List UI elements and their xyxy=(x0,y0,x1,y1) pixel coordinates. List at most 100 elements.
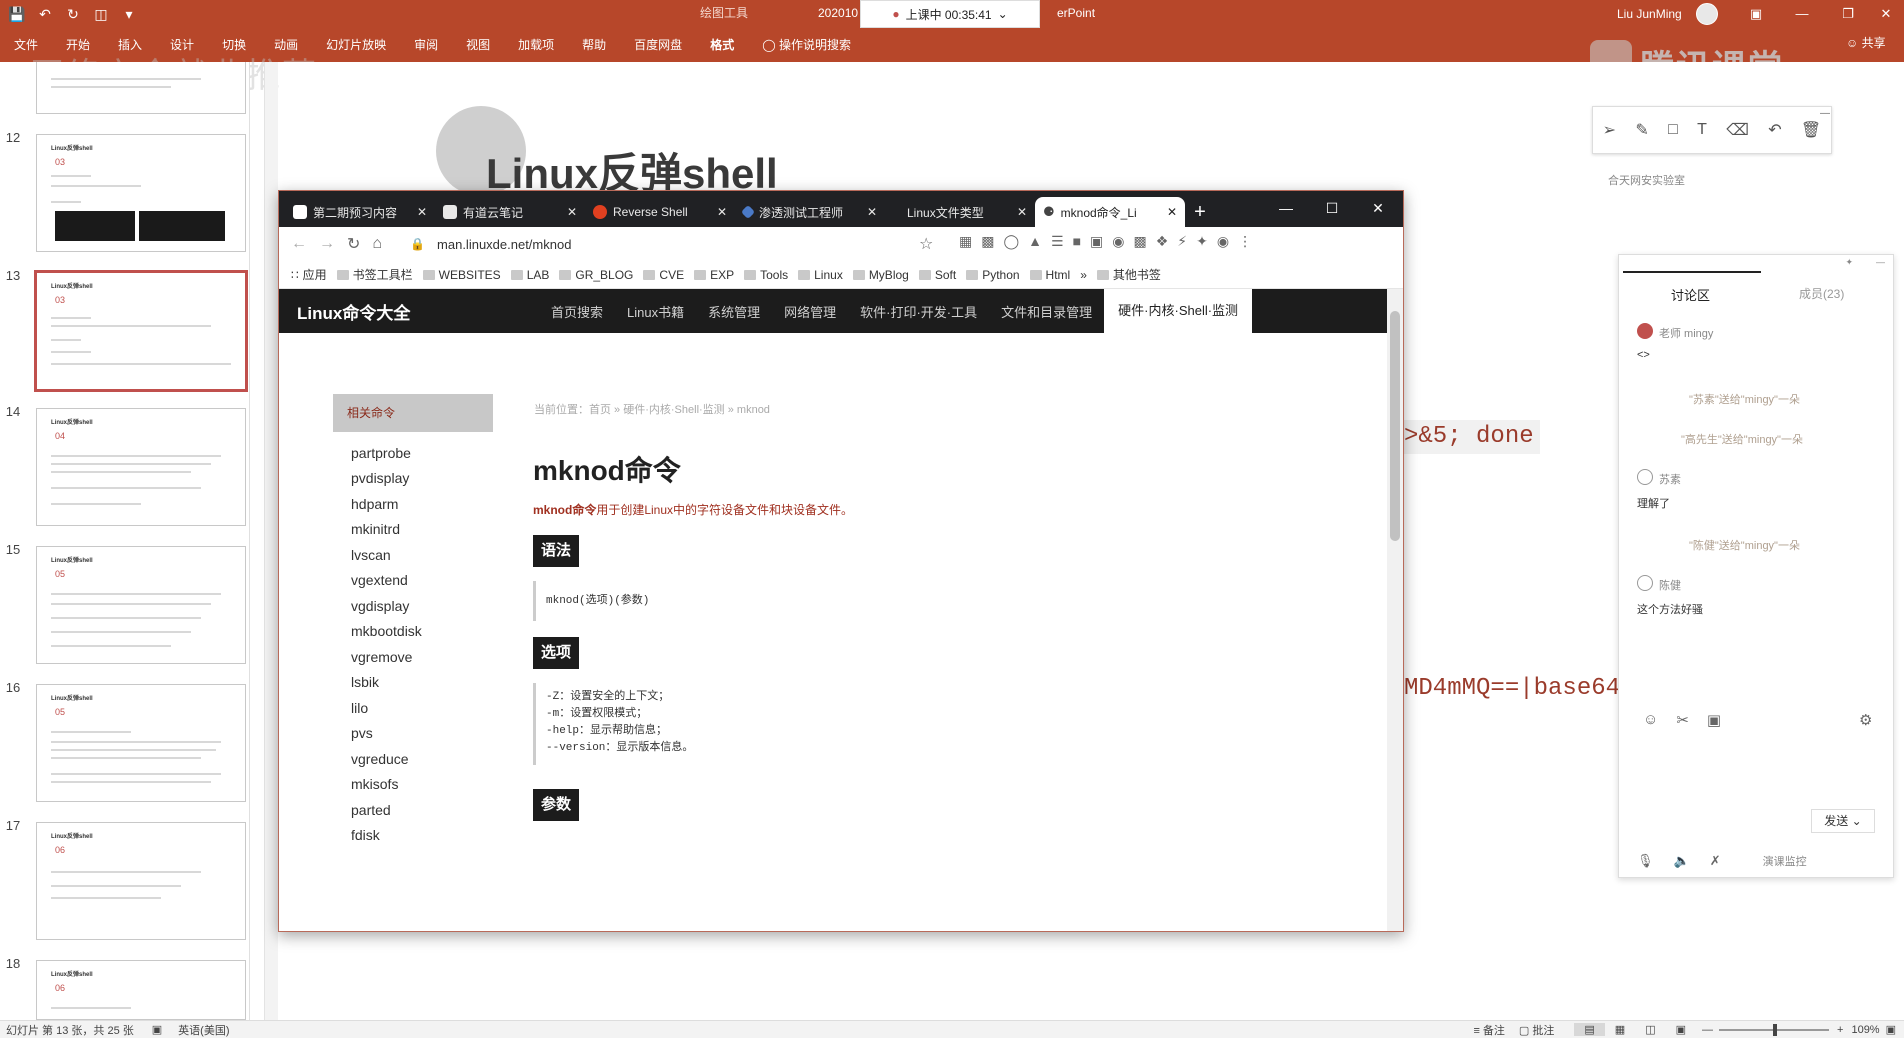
microphone-icon[interactable]: 🎙 xyxy=(1637,853,1654,869)
extension-icon[interactable]: ▩ xyxy=(1133,233,1146,250)
bookmark-folder[interactable]: Linux xyxy=(798,268,843,282)
tab-discussion[interactable]: 讨论区 xyxy=(1671,285,1710,304)
nav-item[interactable]: Linux书籍 xyxy=(615,302,696,321)
command-link[interactable]: partprobe xyxy=(351,445,411,461)
emoji-icon[interactable]: ☺ xyxy=(1643,711,1658,729)
reading-view-icon[interactable]: ◫ xyxy=(1635,1023,1665,1036)
tab-help[interactable]: 帮助 xyxy=(568,36,620,53)
text-icon[interactable]: T xyxy=(1697,121,1707,139)
tab-format[interactable]: 格式 xyxy=(696,36,748,53)
close-icon[interactable]: — xyxy=(1876,257,1885,267)
browser-tab[interactable]: Linux文件类型 ✕ xyxy=(885,197,1035,227)
tab-review[interactable]: 审阅 xyxy=(400,36,452,53)
tab-close-icon[interactable]: ✕ xyxy=(417,205,427,219)
command-link[interactable]: pvs xyxy=(351,725,373,741)
nav-item[interactable]: 网络管理 xyxy=(772,302,848,321)
extension-icon[interactable]: ◉ xyxy=(1112,233,1124,250)
command-link[interactable]: vgreduce xyxy=(351,751,409,767)
minimize-icon[interactable]: — xyxy=(1780,0,1824,28)
thumbnail-scrollbar[interactable] xyxy=(264,62,278,1020)
command-link[interactable]: mkinitrd xyxy=(351,521,400,537)
browser-tab-active[interactable]: ⚈ mknod命令_Li ✕ xyxy=(1035,197,1185,227)
start-slideshow-icon[interactable]: ◫ xyxy=(90,3,112,25)
nav-item[interactable]: 首页搜索 xyxy=(539,302,615,321)
bookmark-folder[interactable]: Soft xyxy=(918,268,956,282)
puzzle-icon[interactable]: ✦ xyxy=(1196,233,1208,250)
reload-icon[interactable]: ↻ xyxy=(347,234,360,254)
tab-slideshow[interactable]: 幻灯片放映 xyxy=(312,36,400,53)
profile-icon[interactable]: ◉ xyxy=(1217,233,1229,250)
bookmark-apps[interactable]: ∷ 应用 xyxy=(291,266,327,283)
slide-thumbnail-selected[interactable]: Linux反弹shell 03 xyxy=(34,270,248,392)
nav-item[interactable]: 文件和目录管理 xyxy=(989,302,1104,321)
command-link[interactable]: parted xyxy=(351,802,391,818)
browser-tab[interactable]: 第二期预习内容 ✕ xyxy=(285,197,435,227)
forward-icon[interactable]: → xyxy=(319,235,335,253)
tab-close-icon[interactable]: ✕ xyxy=(1167,205,1177,219)
fit-slide-icon[interactable]: ▣ xyxy=(1886,1023,1904,1036)
page-scrollbar-thumb[interactable] xyxy=(1390,311,1400,541)
bookmark-other[interactable]: 其他书签 xyxy=(1096,266,1161,283)
tab-baidu-netdisk[interactable]: 百度网盘 xyxy=(620,36,696,53)
tell-me-search[interactable]: ◯ 操作说明搜索 xyxy=(748,36,865,53)
ribbon-display-options-icon[interactable]: ▣ xyxy=(1734,0,1778,28)
spellcheck-icon[interactable]: ▣ xyxy=(134,1023,162,1036)
mute-icon[interactable]: ✗ xyxy=(1710,853,1721,869)
command-link[interactable]: fdisk xyxy=(351,827,380,843)
share-button[interactable]: ☺ 共享 xyxy=(1846,34,1886,51)
extension-icon[interactable]: ❖ xyxy=(1156,233,1169,250)
tab-addins[interactable]: 加载项 xyxy=(504,36,568,53)
zoom-slider[interactable] xyxy=(1719,1023,1830,1036)
eraser-icon[interactable]: ⌫ xyxy=(1726,120,1749,140)
command-link[interactable]: lvscan xyxy=(351,547,391,563)
command-link[interactable]: lsbik xyxy=(351,674,379,690)
rectangle-icon[interactable]: □ xyxy=(1668,121,1678,139)
bookmark-folder[interactable]: WEBSITES xyxy=(422,268,501,282)
avatar[interactable] xyxy=(1696,3,1718,25)
monitor-label[interactable]: 演课监控 xyxy=(1763,853,1807,869)
bookmark-folder[interactable]: Python xyxy=(966,268,1020,282)
zoom-in-icon[interactable]: + xyxy=(1829,1024,1851,1036)
command-link[interactable]: vgdisplay xyxy=(351,598,409,614)
command-link[interactable]: pvdisplay xyxy=(351,470,409,486)
extension-icon[interactable]: ◯ xyxy=(1003,233,1019,250)
command-link[interactable]: mkisofs xyxy=(351,776,398,792)
minimize-icon[interactable]: — xyxy=(1263,191,1309,225)
comments-button[interactable]: ▢ 批注 xyxy=(1519,1022,1574,1038)
language-indicator[interactable]: 英语(美国) xyxy=(162,1022,229,1038)
trash-icon[interactable]: 🗑 xyxy=(1801,120,1821,140)
bookmark-folder[interactable]: LAB xyxy=(510,268,549,282)
slide-sorter-icon[interactable]: ▦ xyxy=(1605,1023,1635,1036)
send-button[interactable]: 发送 ⌄ xyxy=(1811,809,1875,833)
user-name[interactable]: Liu JunMing xyxy=(1617,0,1682,28)
undo-icon[interactable]: ↶ xyxy=(34,3,56,25)
command-link[interactable]: hdparm xyxy=(351,496,398,512)
browser-tab[interactable]: Reverse Shell ✕ xyxy=(585,197,735,227)
nav-item-active[interactable]: 硬件·内核·Shell·监测 xyxy=(1104,289,1253,333)
home-icon[interactable]: ⌂ xyxy=(372,235,382,253)
extension-icon[interactable]: ▦ xyxy=(959,233,972,250)
slideshow-icon[interactable]: ▣ xyxy=(1666,1023,1696,1036)
close-icon[interactable]: ✕ xyxy=(1864,0,1904,28)
browser-tab[interactable]: 渗透测试工程师 ✕ xyxy=(735,197,885,227)
extension-icon[interactable]: ▣ xyxy=(1090,233,1103,250)
bookmark-folder[interactable]: MyBlog xyxy=(852,268,909,282)
bookmark-folder[interactable]: Html xyxy=(1029,268,1070,282)
minimize-icon[interactable]: — xyxy=(1820,108,1830,119)
extension-icon[interactable]: ▲ xyxy=(1028,233,1042,250)
zoom-slider-thumb[interactable] xyxy=(1773,1023,1778,1036)
scissors-icon[interactable]: ✂ xyxy=(1676,711,1689,729)
class-timer[interactable]: ● 上课中 00:35:41 ⌄ xyxy=(860,0,1040,28)
pin-icon[interactable]: ✦ xyxy=(1845,257,1853,268)
star-icon[interactable]: ☆ xyxy=(919,234,933,254)
extension-icon[interactable]: ▩ xyxy=(981,233,994,250)
browser-tab[interactable]: 有道云笔记 ✕ xyxy=(435,197,585,227)
quick-access-dropdown-icon[interactable]: ▾ xyxy=(118,3,140,25)
extension-icon[interactable]: ⚡ xyxy=(1177,233,1187,250)
save-icon[interactable]: 💾 xyxy=(6,3,28,25)
command-link[interactable]: lilo xyxy=(351,700,368,716)
bookmark-folder[interactable]: CVE xyxy=(643,268,684,282)
pointer-icon[interactable]: ➢ xyxy=(1603,120,1616,140)
extension-icon[interactable]: ■ xyxy=(1073,233,1081,250)
chevron-down-icon[interactable]: ⌄ xyxy=(998,7,1008,21)
